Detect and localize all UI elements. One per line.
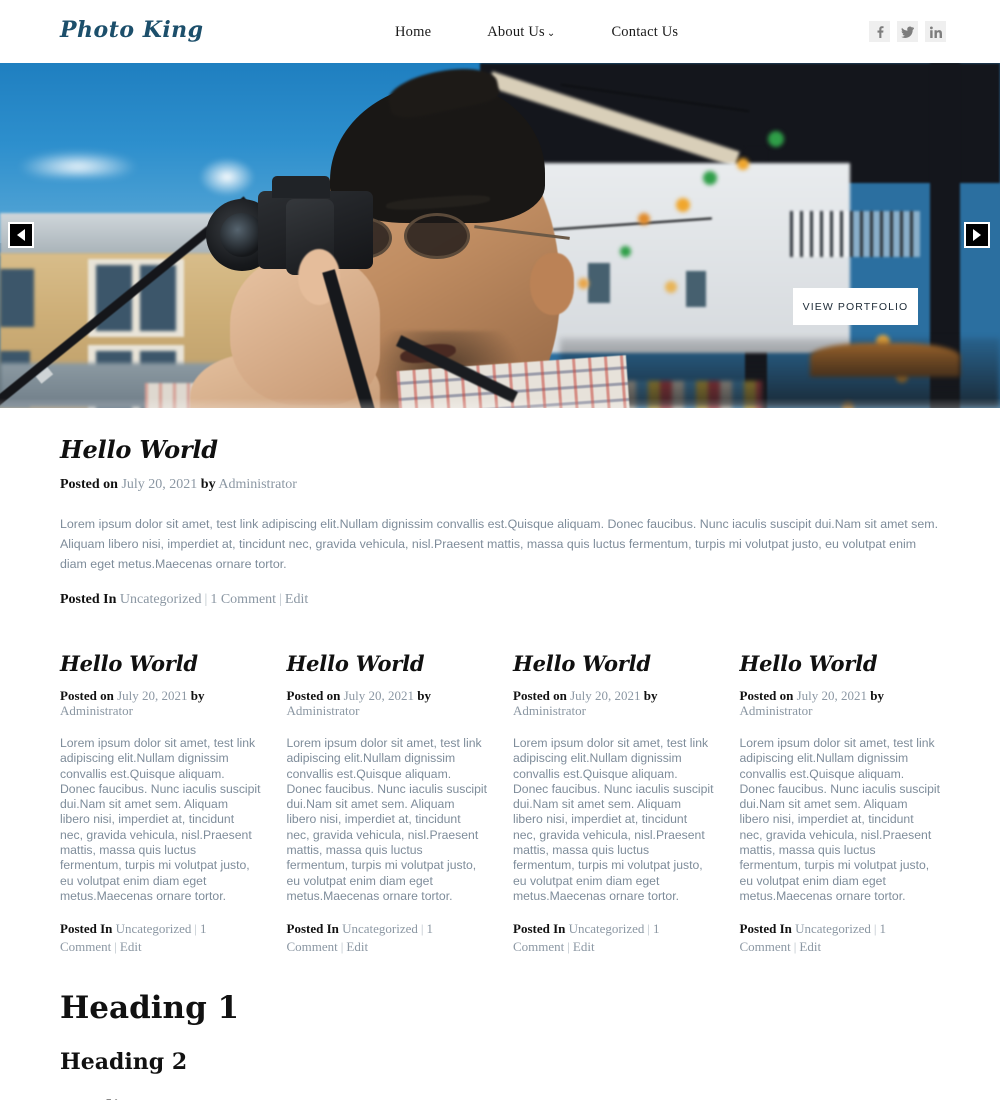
nav-item-label: About Us (487, 24, 545, 40)
nav-item-label: Contact Us (611, 24, 679, 40)
post-body: Lorem ipsum dolor sit amet, test link ad… (60, 516, 939, 571)
post-body: Lorem ipsum dolor sit amet, test link ad… (513, 735, 714, 903)
post-footer: Posted In Uncategorized | 1 Comment | Edit (740, 920, 941, 956)
by-label: by (190, 687, 205, 703)
twitter-icon[interactable] (897, 21, 918, 42)
post-edit-link[interactable]: Edit (285, 592, 308, 607)
post-title[interactable]: Hello World (287, 651, 488, 676)
post-author[interactable]: Administrator (218, 477, 297, 492)
by-label: by (643, 687, 658, 703)
post-body: Lorem ipsum dolor sit amet, test link ad… (286, 735, 488, 903)
separator: | (873, 921, 877, 937)
post-grid: Hello World Posted on July 20, 2021 by A… (60, 651, 940, 956)
post-title[interactable]: Hello World (513, 651, 714, 676)
post-category-link[interactable]: Uncategorized (116, 921, 192, 936)
posted-on-label: Posted on (60, 477, 118, 492)
chevron-right-icon (973, 229, 981, 241)
grid-post: Hello World Posted on July 20, 2021 by A… (513, 651, 714, 956)
separator: | (567, 939, 570, 955)
posted-on-label: Posted on (513, 687, 567, 703)
separator: | (204, 591, 208, 607)
post-meta: Posted on July 20, 2021 by Administrator (287, 688, 488, 719)
separator: | (194, 921, 198, 937)
post-date[interactable]: July 20, 2021 (117, 688, 187, 703)
headings-demo: Heading 1 Heading 2 Heading 3 Heading 4 … (60, 990, 940, 1100)
post-edit-link[interactable]: Edit (573, 939, 595, 954)
carousel-prev-button[interactable] (8, 222, 34, 248)
post-comments-link[interactable]: 1 Comment (210, 592, 276, 607)
post-edit-link[interactable]: Edit (799, 939, 821, 954)
separator: | (420, 921, 424, 937)
grid-post: Hello World Posted on July 20, 2021 by A… (60, 651, 261, 956)
facebook-icon[interactable] (869, 21, 890, 42)
site-header: Photo King Home About Us ⌄ Contact Us (0, 0, 1000, 63)
site-logo[interactable]: Photo King (60, 17, 204, 43)
chevron-left-icon (17, 229, 25, 241)
by-label: by (417, 687, 431, 703)
posted-in-label: Posted In (286, 921, 339, 937)
post-author[interactable]: Administrator (287, 703, 360, 718)
post-body: Lorem ipsum dolor sit amet, test link ad… (739, 735, 941, 903)
nav-item-contact-us[interactable]: Contact Us (611, 24, 678, 41)
post-meta: Posted on July 20, 2021 by Administrator (740, 688, 941, 719)
nav-item-about-us[interactable]: About Us ⌄ (487, 24, 555, 41)
post-footer: Posted In Uncategorized | 1 Comment | Edit (60, 920, 261, 956)
main-content: Hello World Posted on July 20, 2021 by A… (0, 435, 1000, 1100)
post-body: Lorem ipsum dolor sit amet, test link ad… (60, 735, 261, 903)
separator: | (647, 921, 651, 937)
post-category-link[interactable]: Uncategorized (569, 921, 645, 936)
separator: | (793, 939, 797, 955)
by-label: by (870, 687, 884, 703)
post-meta: Posted on July 20, 2021 by Administrator (60, 477, 940, 494)
post-footer: Posted In Uncategorized | 1 Comment | Edit (513, 920, 714, 956)
post-author[interactable]: Administrator (740, 703, 813, 718)
post-category-link[interactable]: Uncategorized (795, 921, 871, 936)
heading-level-2: Heading 2 (60, 1049, 188, 1076)
posted-on-label: Posted on (286, 687, 341, 703)
post-category-link[interactable]: Uncategorized (120, 592, 202, 607)
post-date[interactable]: July 20, 2021 (344, 688, 414, 703)
post-footer: Posted In Uncategorized | 1 Comment | Edit (60, 591, 940, 609)
grid-post: Hello World Posted on July 20, 2021 by A… (740, 651, 941, 956)
carousel-next-button[interactable] (964, 222, 990, 248)
post-meta: Posted on July 20, 2021 by Administrator (513, 688, 714, 719)
featured-post: Hello World Posted on July 20, 2021 by A… (60, 435, 940, 621)
separator: | (340, 939, 344, 955)
posted-on-label: Posted on (60, 687, 114, 703)
main-navigation: Home About Us ⌄ Contact Us (395, 24, 678, 41)
separator: | (114, 939, 117, 955)
post-date[interactable]: July 20, 2021 (570, 688, 640, 703)
post-meta: Posted on July 20, 2021 by Administrator (60, 688, 261, 719)
post-title[interactable]: Hello World (60, 435, 940, 464)
heading-level-1: Heading 1 (60, 990, 240, 1027)
post-footer: Posted In Uncategorized | 1 Comment | Edit (287, 920, 488, 956)
nav-item-label: Home (395, 24, 432, 40)
social-links (869, 21, 946, 42)
post-title[interactable]: Hello World (740, 651, 941, 676)
post-author[interactable]: Administrator (513, 703, 586, 718)
post-title[interactable]: Hello World (60, 651, 261, 676)
post-edit-link[interactable]: Edit (120, 939, 142, 954)
separator: | (279, 591, 282, 607)
view-portfolio-button[interactable]: VIEW PORTFOLIO (793, 288, 918, 325)
posted-on-label: Posted on (739, 687, 794, 703)
linkedin-icon[interactable] (925, 21, 946, 42)
hero-image (0, 63, 1000, 408)
chevron-down-icon: ⌄ (546, 27, 556, 39)
posted-in-label: Posted In (60, 591, 117, 607)
posted-in-label: Posted In (60, 921, 113, 937)
posted-in-label: Posted In (739, 921, 792, 937)
grid-post: Hello World Posted on July 20, 2021 by A… (287, 651, 488, 956)
post-date[interactable]: July 20, 2021 (121, 477, 197, 492)
post-edit-link[interactable]: Edit (346, 939, 368, 954)
by-label: by (200, 477, 216, 492)
post-category-link[interactable]: Uncategorized (342, 921, 418, 936)
nav-item-home[interactable]: Home (395, 24, 431, 41)
hero-carousel[interactable]: VIEW PORTFOLIO (0, 63, 1000, 408)
posted-in-label: Posted In (513, 921, 566, 937)
post-author[interactable]: Administrator (60, 703, 133, 718)
post-date[interactable]: July 20, 2021 (797, 688, 867, 703)
